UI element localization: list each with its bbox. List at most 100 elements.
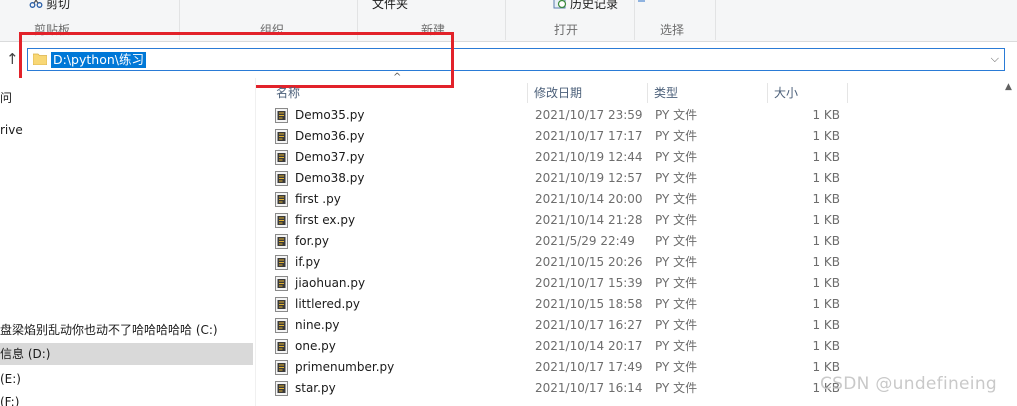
navigation-pane: 问 rive 盘梁焰别乱动你也动不了哈哈哈哈哈 (C:) 信息 (D:) (E:… [0, 78, 256, 406]
python-file-icon [275, 339, 288, 354]
file-name: one.py [295, 339, 336, 353]
file-row[interactable]: one.py 2021/10/14 20:17 PY 文件 1 KB [270, 336, 848, 357]
python-file-icon [275, 255, 288, 270]
python-file-icon [275, 192, 288, 207]
nav-item-label: rive [0, 123, 23, 137]
chevron-down-icon[interactable]: ⌵ [991, 52, 999, 66]
nav-item[interactable]: rive [0, 119, 253, 141]
file-modified-date: 2021/10/19 12:57 [535, 171, 643, 185]
select-group-label: 选择 [660, 23, 685, 37]
nav-item-label: 信息 (D:) [0, 347, 51, 361]
file-modified-date: 2021/10/17 17:49 [535, 360, 643, 374]
file-size: 1 KB [812, 234, 840, 248]
file-name: star.py [295, 381, 336, 395]
python-file-icon [275, 108, 288, 123]
nav-item[interactable]: 问 [0, 87, 253, 109]
python-file-icon [275, 129, 288, 144]
ribbon-separator [634, 0, 635, 40]
file-size: 1 KB [812, 255, 840, 269]
file-type: PY 文件 [655, 297, 698, 311]
column-header-size[interactable]: 大小 [768, 83, 848, 103]
file-modified-date: 2021/10/17 17:17 [535, 129, 643, 143]
file-size: 1 KB [812, 129, 840, 143]
python-file-icon [275, 381, 288, 396]
file-type: PY 文件 [655, 318, 698, 332]
file-row[interactable]: Demo37.py 2021/10/19 12:44 PY 文件 1 KB [270, 147, 848, 168]
nav-item-label: (F:) [0, 395, 20, 406]
file-name: first .py [295, 192, 341, 206]
file-name: Demo37.py [295, 150, 365, 164]
file-modified-date: 2021/10/19 12:44 [535, 150, 643, 164]
file-type: PY 文件 [655, 234, 698, 248]
column-headers: 名称 修改日期 类型 大小 [270, 80, 850, 106]
select-all-icon[interactable] [638, 0, 646, 4]
scissors-icon[interactable] [29, 0, 43, 9]
nav-item-drive-d[interactable]: 信息 (D:) [0, 343, 253, 365]
pane-divider[interactable] [255, 78, 256, 406]
file-modified-date: 2021/10/14 20:17 [535, 339, 643, 353]
column-header-name[interactable]: 名称 [270, 83, 528, 103]
file-row[interactable]: Demo36.py 2021/10/17 17:17 PY 文件 1 KB [270, 126, 848, 147]
file-size: 1 KB [812, 297, 840, 311]
file-row[interactable]: first ex.py 2021/10/14 21:28 PY 文件 1 KB [270, 210, 848, 231]
history-button[interactable]: 历史记录 [570, 0, 618, 12]
vertical-scrollbar[interactable]: ▲ [1001, 78, 1017, 406]
file-name: if.py [295, 255, 321, 269]
watermark: CSDN @undefineing [820, 374, 998, 394]
python-file-icon [275, 276, 288, 291]
python-file-icon [275, 234, 288, 249]
file-type: PY 文件 [655, 108, 698, 122]
file-name: primenumber.py [295, 360, 395, 374]
nav-item-label: (E:) [0, 372, 21, 386]
file-modified-date: 2021/10/17 23:59 [535, 108, 643, 122]
file-modified-date: 2021/10/17 15:39 [535, 276, 643, 290]
up-arrow-icon[interactable]: ↑ [6, 52, 19, 67]
file-name: Demo35.py [295, 108, 365, 122]
cut-button[interactable]: 剪切 [46, 0, 70, 12]
file-row[interactable]: for.py 2021/5/29 22:49 PY 文件 1 KB [270, 231, 848, 252]
file-type: PY 文件 [655, 381, 698, 395]
new-folder-button[interactable]: 文件夹 [372, 0, 408, 12]
file-row[interactable]: if.py 2021/10/15 20:26 PY 文件 1 KB [270, 252, 848, 273]
python-file-icon [275, 213, 288, 228]
nav-item-label: 盘梁焰别乱动你也动不了哈哈哈哈哈 (C:) [0, 323, 218, 337]
open-group-label: 打开 [554, 23, 579, 37]
file-type: PY 文件 [655, 276, 698, 290]
file-modified-date: 2021/10/14 20:00 [535, 192, 643, 206]
file-row[interactable]: littlered.py 2021/10/15 18:58 PY 文件 1 KB [270, 294, 848, 315]
file-type: PY 文件 [655, 360, 698, 374]
file-modified-date: 2021/10/14 21:28 [535, 213, 643, 227]
python-file-icon [275, 318, 288, 333]
python-file-icon [275, 297, 288, 312]
python-file-icon [275, 360, 288, 375]
file-row[interactable]: primenumber.py 2021/10/17 17:49 PY 文件 1 KB [270, 357, 848, 378]
file-size: 1 KB [812, 108, 840, 122]
file-row[interactable]: star.py 2021/10/17 16:14 PY 文件 1 KB [270, 378, 848, 399]
file-row[interactable]: nine.py 2021/10/17 16:27 PY 文件 1 KB [270, 315, 848, 336]
ribbon-separator [505, 0, 506, 40]
nav-item-drive-e[interactable]: (E:) [0, 368, 253, 390]
file-name: first ex.py [295, 213, 356, 227]
file-type: PY 文件 [655, 171, 698, 185]
file-modified-date: 2021/5/29 22:49 [535, 234, 635, 248]
nav-item-drive-c[interactable]: 盘梁焰别乱动你也动不了哈哈哈哈哈 (C:) [0, 319, 253, 341]
history-icon[interactable] [553, 0, 567, 9]
nav-item-label: 问 [0, 91, 13, 105]
file-row[interactable]: first .py 2021/10/14 20:00 PY 文件 1 KB [270, 189, 848, 210]
file-type: PY 文件 [655, 150, 698, 164]
ribbon-separator [715, 0, 716, 40]
file-modified-date: 2021/10/15 18:58 [535, 297, 643, 311]
file-type: PY 文件 [655, 129, 698, 143]
file-row[interactable]: Demo38.py 2021/10/19 12:57 PY 文件 1 KB [270, 168, 848, 189]
nav-item-drive-f[interactable]: (F:) [0, 391, 253, 406]
file-row[interactable]: Demo35.py 2021/10/17 23:59 PY 文件 1 KB [270, 105, 848, 126]
file-name: Demo36.py [295, 129, 365, 143]
file-modified-date: 2021/10/17 16:27 [535, 318, 643, 332]
file-name: jiaohuan.py [295, 276, 366, 290]
file-size: 1 KB [812, 213, 840, 227]
column-header-date[interactable]: 修改日期 [528, 83, 648, 103]
file-row[interactable]: jiaohuan.py 2021/10/17 15:39 PY 文件 1 KB [270, 273, 848, 294]
file-size: 1 KB [812, 318, 840, 332]
column-header-type[interactable]: 类型 [648, 83, 768, 103]
scroll-up-icon[interactable]: ▲ [1005, 82, 1012, 92]
